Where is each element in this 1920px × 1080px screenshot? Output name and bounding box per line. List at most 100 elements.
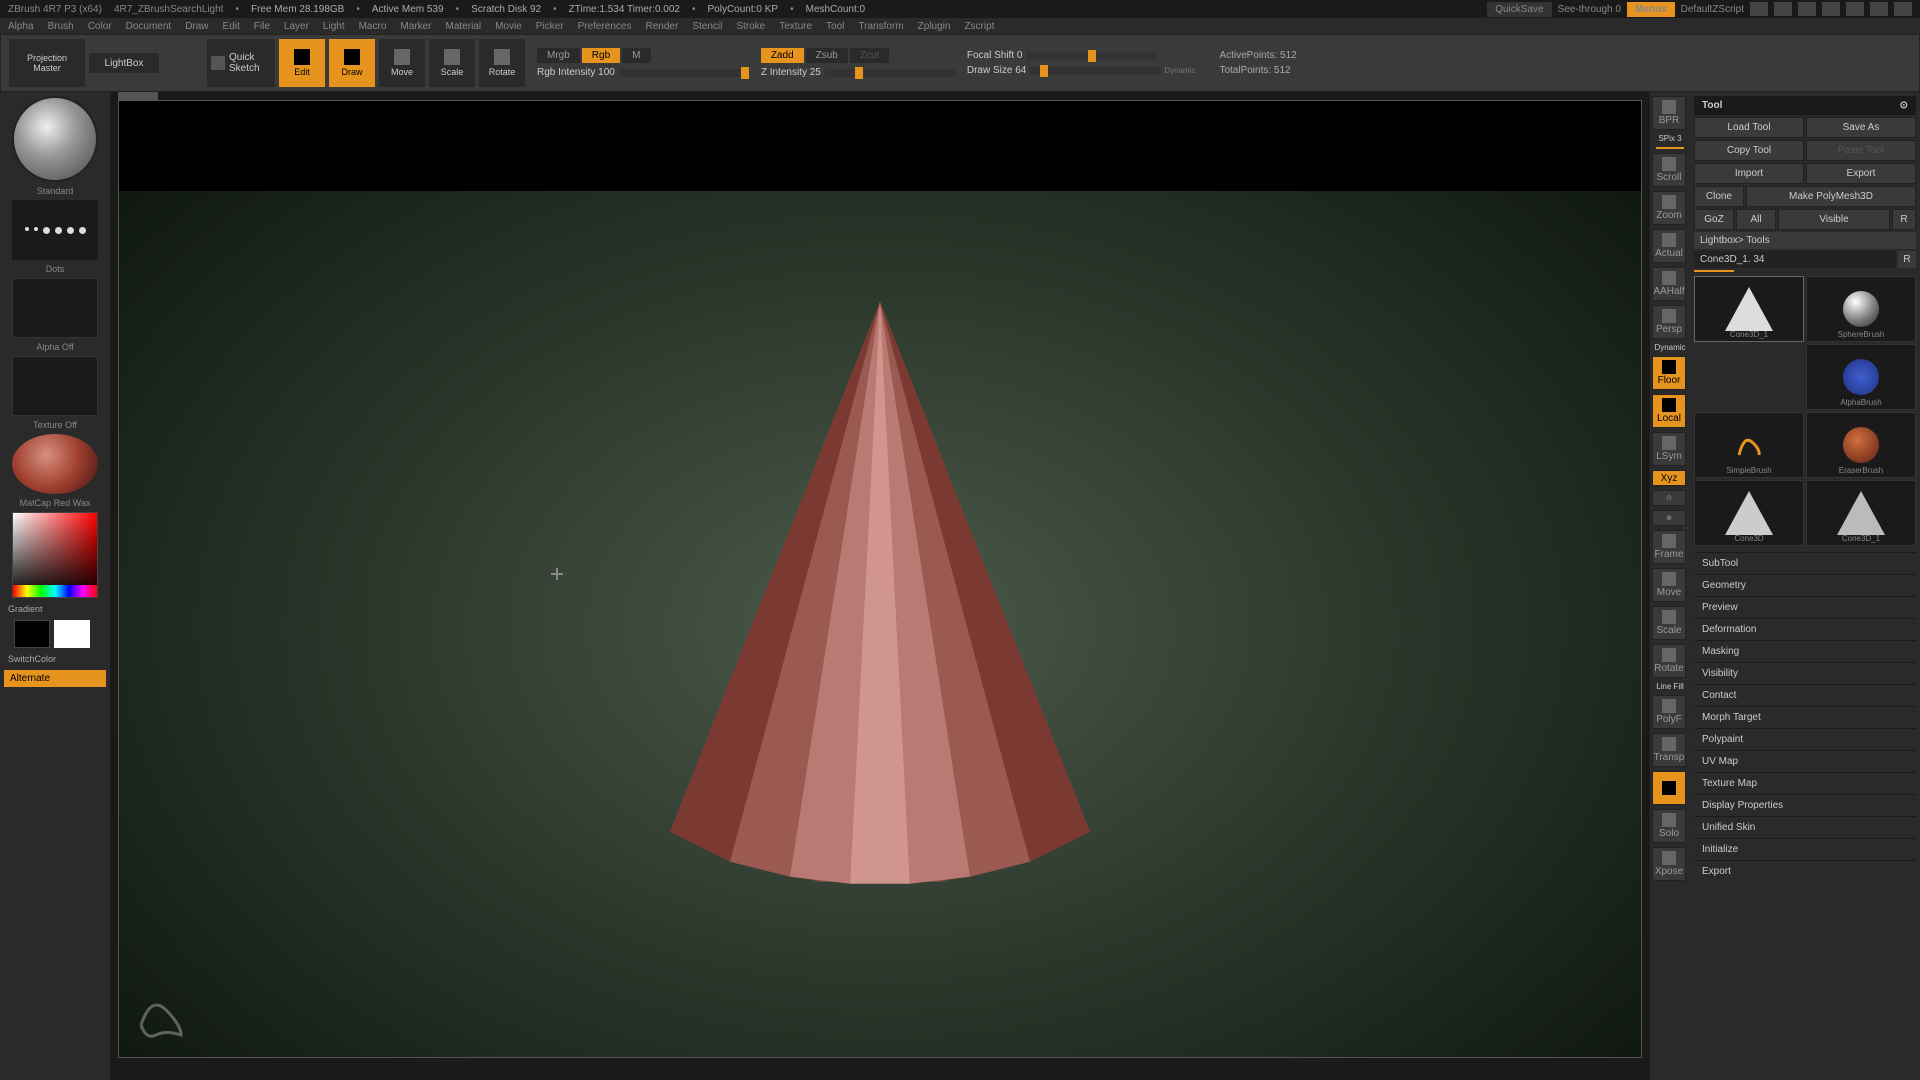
brush-thumbnail[interactable] (12, 96, 98, 182)
menu-stroke[interactable]: Stroke (736, 21, 765, 32)
quicksave-button[interactable]: QuickSave (1487, 2, 1551, 17)
solo-button[interactable]: Solo (1652, 809, 1686, 843)
local-button[interactable]: Local (1652, 394, 1686, 428)
tool-thumb-eraserbrush[interactable]: EraserBrush (1806, 412, 1916, 478)
tool-thumb-alphabrush[interactable]: AlphaBrush (1806, 344, 1916, 410)
section-unified-skin[interactable]: Unified Skin (1694, 816, 1916, 838)
menu-zplugin[interactable]: Zplugin (918, 21, 951, 32)
menu-movie[interactable]: Movie (495, 21, 522, 32)
alternate-button[interactable]: Alternate (4, 670, 106, 687)
z-intensity-slider[interactable] (825, 69, 955, 77)
menu-document[interactable]: Document (126, 21, 172, 32)
gradient-label[interactable]: Gradient (4, 602, 106, 616)
edit-button[interactable]: Edit (279, 39, 325, 87)
canvas-tab[interactable] (118, 92, 158, 100)
section-export[interactable]: Export (1694, 860, 1916, 882)
window-icon-3[interactable] (1798, 2, 1816, 16)
projection-master-button[interactable]: Projection Master (9, 39, 85, 87)
menu-stencil[interactable]: Stencil (692, 21, 722, 32)
section-preview[interactable]: Preview (1694, 596, 1916, 618)
section-initialize[interactable]: Initialize (1694, 838, 1916, 860)
ghost-button[interactable] (1652, 771, 1686, 805)
maximize-icon[interactable] (1870, 2, 1888, 16)
quicksketch-button[interactable]: QuickSketch (207, 39, 275, 87)
window-icon-1[interactable] (1750, 2, 1768, 16)
mrgb-chip[interactable]: Mrgb (537, 48, 580, 63)
color-picker[interactable] (12, 512, 98, 598)
lightbox-tools-button[interactable]: Lightbox> Tools (1694, 232, 1916, 249)
menu-macro[interactable]: Macro (359, 21, 387, 32)
export-button[interactable]: Export (1806, 163, 1916, 184)
dynamic-label[interactable]: Dynamic (1164, 66, 1195, 75)
hue-strip[interactable] (13, 585, 97, 597)
actual-button[interactable]: Actual (1652, 229, 1686, 263)
transp-button[interactable]: Transp (1652, 733, 1686, 767)
tool-panel-header[interactable]: Tool⊙ (1694, 96, 1916, 115)
section-masking[interactable]: Masking (1694, 640, 1916, 662)
move-side-button[interactable]: Move (1652, 568, 1686, 602)
menus-button[interactable]: Menus (1627, 2, 1675, 17)
tool-thumb-cone3d[interactable]: Cone3D (1694, 480, 1804, 546)
tool-name-field[interactable]: Cone3D_1. 34 (1694, 251, 1896, 268)
minimize-icon[interactable] (1846, 2, 1864, 16)
menu-light[interactable]: Light (323, 21, 345, 32)
xpose-button[interactable]: Xpose (1652, 847, 1686, 881)
fit-button[interactable]: ⊕ (1652, 510, 1686, 526)
swatch-primary[interactable] (54, 620, 90, 648)
lsym-button[interactable]: LSym (1652, 432, 1686, 466)
make-polymesh-button[interactable]: Make PolyMesh3D (1746, 186, 1916, 207)
spix-label[interactable]: SPix 3 (1652, 134, 1688, 143)
menu-transform[interactable]: Transform (858, 21, 903, 32)
section-texture-map[interactable]: Texture Map (1694, 772, 1916, 794)
goz-r-button[interactable]: R (1892, 209, 1916, 230)
stroke-thumbnail[interactable] (12, 200, 98, 260)
clone-button[interactable]: Clone (1694, 186, 1744, 207)
material-thumbnail[interactable] (12, 434, 98, 494)
bpr-button[interactable]: BPR (1652, 96, 1686, 130)
section-morph-target[interactable]: Morph Target (1694, 706, 1916, 728)
menu-render[interactable]: Render (646, 21, 679, 32)
polyf-button[interactable]: PolyF (1652, 695, 1686, 729)
goz-visible-button[interactable]: Visible (1778, 209, 1890, 230)
scale-side-button[interactable]: Scale (1652, 606, 1686, 640)
menu-draw[interactable]: Draw (185, 21, 208, 32)
move-button[interactable]: Move (379, 39, 425, 87)
menu-material[interactable]: Material (446, 21, 482, 32)
menu-brush[interactable]: Brush (48, 21, 74, 32)
menu-preferences[interactable]: Preferences (578, 21, 632, 32)
section-display-properties[interactable]: Display Properties (1694, 794, 1916, 816)
rgb-intensity-slider[interactable] (619, 69, 749, 77)
goz-button[interactable]: GoZ (1694, 209, 1734, 230)
close-icon[interactable] (1894, 2, 1912, 16)
section-contact[interactable]: Contact (1694, 684, 1916, 706)
menu-file[interactable]: File (254, 21, 270, 32)
tool-r-button[interactable]: R (1898, 251, 1916, 268)
rotate-button[interactable]: Rotate (479, 39, 525, 87)
menu-marker[interactable]: Marker (400, 21, 431, 32)
zadd-chip[interactable]: Zadd (761, 48, 804, 63)
menu-alpha[interactable]: Alpha (8, 21, 34, 32)
frame-button[interactable]: Frame (1652, 530, 1686, 564)
section-visibility[interactable]: Visibility (1694, 662, 1916, 684)
switchcolor-button[interactable]: SwitchColor (4, 652, 106, 666)
tool-thumb-cone3d-1b[interactable]: Cone3D_1 (1806, 480, 1916, 546)
copy-tool-button[interactable]: Copy Tool (1694, 140, 1804, 161)
section-geometry[interactable]: Geometry (1694, 574, 1916, 596)
menu-color[interactable]: Color (88, 21, 112, 32)
menu-edit[interactable]: Edit (223, 21, 240, 32)
zcut-chip[interactable]: Zcut (850, 48, 889, 63)
load-tool-button[interactable]: Load Tool (1694, 117, 1804, 138)
floor-button[interactable]: Floor (1652, 356, 1686, 390)
m-chip[interactable]: M (622, 48, 650, 63)
viewport[interactable] (118, 100, 1642, 1058)
tool-thumb-cone3d-1[interactable]: Cone3D_1 (1694, 276, 1804, 342)
persp-button[interactable]: Persp (1652, 305, 1686, 339)
window-icon-2[interactable] (1774, 2, 1792, 16)
menu-texture[interactable]: Texture (779, 21, 812, 32)
rgb-chip[interactable]: Rgb (582, 48, 620, 63)
section-polypaint[interactable]: Polypaint (1694, 728, 1916, 750)
tool-thumb-spherebrush[interactable]: SphereBrush (1806, 276, 1916, 342)
window-icon-4[interactable] (1822, 2, 1840, 16)
default-script[interactable]: DefaultZScript (1681, 4, 1744, 15)
center-button[interactable]: ⊙ (1652, 490, 1686, 506)
